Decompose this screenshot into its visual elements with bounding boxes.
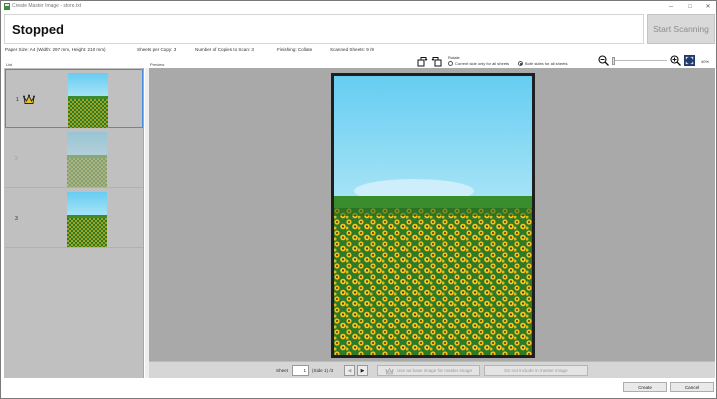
maximize-button[interactable]: □ [681, 1, 699, 12]
zoom-slider-track[interactable] [615, 60, 667, 61]
rotate-current-side-option[interactable]: Current side only for all sheets [448, 61, 509, 66]
radio-current-side[interactable] [448, 61, 453, 66]
sheet-list[interactable]: 1 2 3 [4, 68, 144, 378]
preview-image [334, 76, 532, 355]
rotate-current-side-label: Current side only for all sheets [455, 61, 510, 66]
window-title: Create Master Image - store.txt [12, 3, 82, 9]
use-as-base-label: Use as base image for master image [396, 368, 473, 373]
finishing-info: Finishing: Collate [277, 47, 313, 52]
list-item[interactable]: 3 [5, 189, 143, 248]
exclude-button[interactable]: Do not include in master image [484, 365, 588, 376]
sheet-thumbnail [67, 192, 107, 247]
crown-icon [23, 94, 35, 104]
sheet-number-input[interactable]: 1 [292, 365, 309, 376]
preview-frame [331, 73, 535, 358]
list-item[interactable]: 1 [5, 69, 143, 128]
sheet-thumbnail [68, 73, 108, 128]
preview-label: Preview [150, 62, 165, 67]
close-button[interactable]: ✕ [699, 1, 717, 12]
app-window: Create Master Image - store.txt ─ □ ✕ St… [0, 0, 717, 399]
list-item[interactable]: 2 [5, 129, 143, 188]
minimize-button[interactable]: ─ [662, 1, 680, 12]
preview-toolbar: Sheet 1 (Side 1) /3 ◀ ▶ Use as base imag… [149, 361, 715, 378]
next-sheet-button[interactable]: ▶ [357, 365, 368, 376]
copies-to-scan-info: Number of Copies to Scan: 3 [195, 47, 254, 52]
rotate-left-icon[interactable] [417, 56, 428, 67]
sheets-per-copy-info: Sheets per Copy: 3 [137, 47, 177, 52]
zoom-out-icon[interactable] [598, 55, 609, 66]
scanned-sheets-info: Scanned Sheets: 9 /9 [330, 47, 374, 52]
crown-icon [385, 367, 394, 374]
item-number: 1 [16, 97, 19, 103]
rotate-right-icon[interactable] [431, 56, 442, 67]
cancel-button[interactable]: Cancel [670, 382, 714, 392]
zoom-percent: 40% [701, 59, 710, 64]
preview-panel [149, 68, 715, 361]
status-text: Stopped [12, 22, 64, 37]
rotate-label: Rotate [448, 55, 460, 60]
zoom-in-icon[interactable] [670, 55, 681, 66]
start-scanning-button[interactable]: Start Scanning [647, 14, 715, 44]
create-button[interactable]: Create [623, 382, 667, 392]
previous-sheet-button[interactable]: ◀ [344, 365, 355, 376]
item-number: 3 [15, 216, 18, 222]
rotate-both-sides-label: Both sides for all sheets [525, 61, 568, 66]
zoom-slider-thumb[interactable] [612, 57, 615, 65]
sheet-label: Sheet [276, 368, 289, 373]
item-number: 2 [15, 156, 18, 162]
rotate-both-sides-option[interactable]: Both sides for all sheets [518, 61, 567, 66]
fit-to-window-icon[interactable] [684, 55, 695, 66]
app-icon [4, 3, 10, 10]
use-as-base-button[interactable]: Use as base image for master image [377, 365, 480, 376]
paper-size-info: Paper Size: A4 (Width: 297 mm, Height: 2… [5, 47, 106, 52]
list-label: List [6, 62, 13, 67]
side-indicator: (Side 1) /3 [312, 368, 334, 373]
title-bar: Create Master Image - store.txt ─ □ ✕ [1, 1, 716, 12]
status-panel: Stopped [4, 14, 644, 44]
sheet-thumbnail [67, 132, 107, 187]
radio-both-sides[interactable] [518, 61, 523, 66]
